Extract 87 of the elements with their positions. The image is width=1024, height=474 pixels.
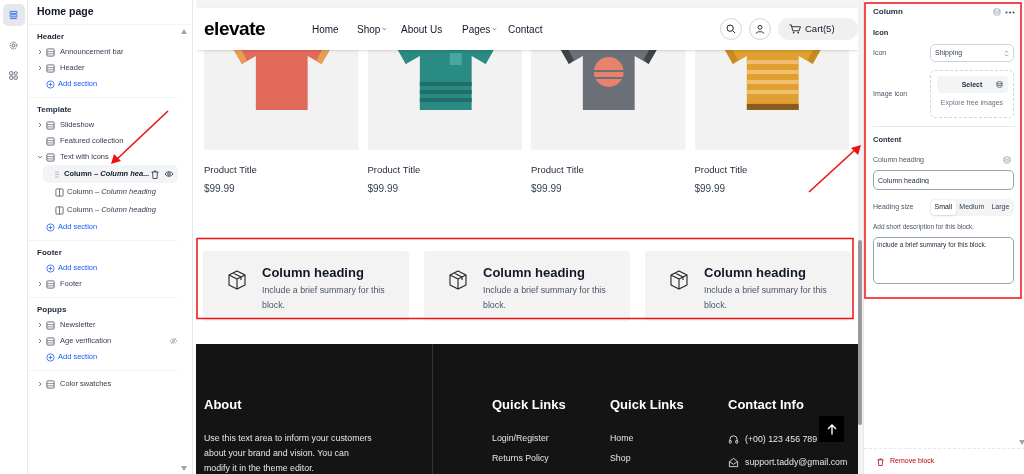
search-icon xyxy=(726,24,736,34)
database-icon xyxy=(995,81,1003,89)
section-icon xyxy=(46,47,55,57)
chevron-right-icon[interactable] xyxy=(37,281,43,287)
footer-text: Use this text area to inform your customers about your brand and vision. You can modify it in the theme editor. xyxy=(204,431,373,474)
group-heading: Footer xyxy=(36,247,63,259)
footer-heading: Quick Links xyxy=(492,396,567,415)
caret-icon xyxy=(492,27,498,31)
panel-title: Home page xyxy=(28,0,192,25)
column-text: Include a brief summary for this block. xyxy=(483,284,607,313)
settings-icon xyxy=(8,39,19,51)
plus-circle-icon xyxy=(46,352,55,362)
trash-icon xyxy=(877,457,884,466)
section-icon xyxy=(46,320,55,330)
sections-icon xyxy=(8,9,19,21)
product-title[interactable]: Product Title xyxy=(531,163,686,178)
sort-icon xyxy=(1004,49,1009,57)
product-title[interactable]: Product Title xyxy=(367,163,522,178)
group-heading: Popups xyxy=(36,304,68,316)
panel-title: Column xyxy=(873,6,903,18)
nav-link[interactable]: Pages xyxy=(462,21,508,37)
product-price: $99.99 xyxy=(204,182,236,197)
footer-link[interactable]: Login/Register xyxy=(492,431,610,445)
cart-button[interactable]: Cart(5) xyxy=(778,18,858,40)
section-icon xyxy=(46,379,55,389)
footer-heading: Quick Links xyxy=(610,396,685,415)
database-icon[interactable] xyxy=(993,8,1001,16)
scroll-down-icon[interactable] xyxy=(1019,440,1024,445)
arrow-up-icon xyxy=(826,423,837,435)
section-icon xyxy=(46,136,55,146)
column-icon xyxy=(55,187,64,197)
cart-icon xyxy=(789,24,801,34)
product-price: $99.99 xyxy=(531,182,563,197)
column-heading: Column heading xyxy=(704,265,807,282)
mail-icon xyxy=(728,457,739,469)
section-icon xyxy=(46,336,55,346)
chevron-right-icon[interactable] xyxy=(37,322,43,328)
chevron-right-icon[interactable] xyxy=(37,49,43,55)
product-price: $99.99 xyxy=(694,182,727,197)
apps-icon xyxy=(8,69,19,81)
rail-button[interactable] xyxy=(2,4,25,26)
headset-icon xyxy=(728,433,739,445)
group-heading: Template xyxy=(36,104,73,116)
section-icon xyxy=(46,63,55,73)
plus-circle-icon xyxy=(46,79,55,89)
more-icon[interactable] xyxy=(1005,10,1015,14)
section-icon xyxy=(46,120,55,130)
back-to-top-button[interactable] xyxy=(819,416,844,442)
scroll-down-icon[interactable] xyxy=(181,466,187,471)
chevron-right-icon[interactable] xyxy=(37,381,43,387)
footer-link[interactable]: Home xyxy=(610,431,728,445)
chevron-down-icon[interactable] xyxy=(37,154,43,160)
nav-link[interactable]: Contact xyxy=(508,21,558,37)
scrollbar[interactable] xyxy=(858,0,863,474)
section-icon xyxy=(46,152,55,162)
nav-link[interactable]: About Us xyxy=(401,21,462,37)
footer-heading: About xyxy=(204,396,243,415)
column-heading: Column heading xyxy=(262,265,365,282)
column-heading: Column heading xyxy=(483,265,586,282)
store-logo[interactable]: elevate xyxy=(204,14,312,44)
chevron-right-icon[interactable] xyxy=(37,122,43,128)
email-link[interactable]: support.taddy@gmail.com xyxy=(745,455,848,470)
product-title[interactable]: Product Title xyxy=(204,163,359,178)
plus-circle-icon xyxy=(46,263,55,273)
footer-link[interactable]: Returns Policy xyxy=(492,451,610,466)
column-text: Include a brief summary for this block. xyxy=(704,284,828,313)
plus-circle-icon xyxy=(46,222,55,232)
trash-icon[interactable] xyxy=(151,169,159,179)
product-price: $99.99 xyxy=(367,182,400,197)
phone-number: (+00) 123 456 789 xyxy=(745,432,818,446)
database-icon[interactable] xyxy=(1003,155,1011,164)
chevron-right-icon[interactable] xyxy=(37,338,43,344)
group-heading: Header xyxy=(36,31,66,43)
user-icon xyxy=(755,24,765,34)
nav-link[interactable]: Home xyxy=(312,21,357,37)
annotation-arrow xyxy=(808,145,861,193)
eye-icon[interactable] xyxy=(164,170,174,178)
footer-link[interactable]: Shop xyxy=(610,451,728,466)
caret-icon xyxy=(382,27,388,31)
chevron-right-icon[interactable] xyxy=(37,65,43,71)
product-title[interactable]: Product Title xyxy=(694,163,849,178)
footer-heading: Contact Info xyxy=(728,396,805,415)
nav-link[interactable]: Shop xyxy=(357,21,401,37)
column-icon xyxy=(55,205,64,215)
section-icon xyxy=(46,279,55,289)
scroll-up-icon[interactable] xyxy=(181,29,187,34)
column-text: Include a brief summary for this block. xyxy=(262,284,386,313)
